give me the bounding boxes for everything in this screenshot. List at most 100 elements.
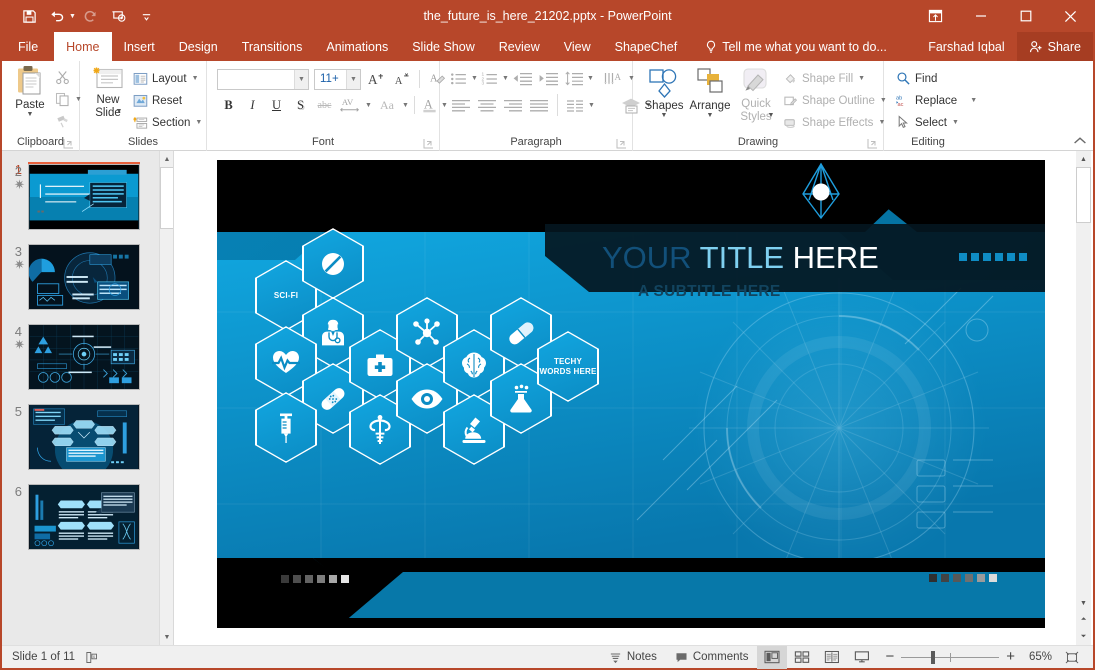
new-slide-button[interactable]: New Slide ▼ <box>85 65 131 115</box>
section-button[interactable]: Section ▼ <box>131 112 208 133</box>
next-slide-icon[interactable]: ⏷ <box>1076 629 1091 645</box>
align-left-icon[interactable] <box>448 95 474 116</box>
thumbnail-image[interactable] <box>28 324 140 390</box>
zoom-level-label[interactable]: 65% <box>1022 651 1052 663</box>
italic-icon[interactable]: I <box>241 94 264 116</box>
section-dropdown-icon[interactable]: ▼ <box>194 119 203 126</box>
ribbon-display-options-icon[interactable] <box>913 0 958 32</box>
thumbnail-slide-2[interactable]: 2 <box>2 159 173 239</box>
thumbnail-slide-6[interactable]: 6 <box>2 479 173 559</box>
thumbnail-pane-scrollbar[interactable]: ▲ ▼ <box>159 151 173 645</box>
bullets-dropdown-icon[interactable]: ▼ <box>470 75 479 82</box>
replace-dropdown-icon[interactable]: ▼ <box>969 97 978 104</box>
tab-animations[interactable]: Animations <box>314 32 400 61</box>
underline-icon[interactable]: U <box>265 94 288 116</box>
paste-button[interactable]: Paste ▼ <box>7 65 53 118</box>
scroll-up-icon[interactable]: ▲ <box>1076 151 1091 167</box>
slide-thumbnail-pane[interactable]: 1 <box>2 151 174 645</box>
columns-icon[interactable] <box>563 95 587 116</box>
slide-vertical-scrollbar[interactable]: ▲ ▼ ⏶ ⏷ <box>1076 151 1091 645</box>
clipboard-dialog-launcher-icon[interactable] <box>63 138 74 149</box>
vertical-scrollbar-thumb[interactable] <box>1076 167 1091 223</box>
thumbnail-image[interactable] <box>28 484 140 550</box>
zoom-in-button[interactable]: + <box>1006 651 1015 663</box>
font-name-input[interactable]: ▼ <box>217 69 309 90</box>
shape-fill-button[interactable]: Shape Fill ▼ <box>781 68 893 89</box>
accessibility-check-icon[interactable]: x <box>85 651 98 664</box>
font-name-dropdown-icon[interactable]: ▼ <box>294 70 308 89</box>
quick-styles-button[interactable]: Quick Styles ▼ <box>733 65 779 119</box>
comments-button[interactable]: Comments <box>666 646 758 669</box>
tab-insert[interactable]: Insert <box>112 32 167 61</box>
tab-design[interactable]: Design <box>167 32 230 61</box>
line-spacing-icon[interactable] <box>562 68 586 89</box>
slide-sorter-icon[interactable] <box>787 646 817 669</box>
paragraph-dialog-launcher-icon[interactable] <box>616 138 627 149</box>
thumbnail-slide-4[interactable]: 4 <box>2 319 173 399</box>
scroll-down-icon[interactable]: ▼ <box>1076 595 1091 611</box>
shapes-dropdown-icon[interactable]: ▼ <box>661 113 668 119</box>
thumbnail-scroll-up-icon[interactable]: ▲ <box>160 151 174 167</box>
undo-dropdown-icon[interactable]: ▼ <box>69 13 76 20</box>
collapse-ribbon-icon[interactable] <box>1073 136 1087 149</box>
undo-icon[interactable] <box>44 4 70 28</box>
strikethrough-icon[interactable]: abc <box>313 94 336 116</box>
select-button[interactable]: Select ▼ <box>894 112 983 133</box>
minimize-icon[interactable] <box>958 0 1003 32</box>
numbering-icon[interactable]: 123 <box>479 68 501 89</box>
font-size-dropdown-icon[interactable]: ▼ <box>346 70 360 89</box>
paste-dropdown-icon[interactable]: ▼ <box>27 112 34 118</box>
zoom-slider-knob[interactable] <box>931 651 935 664</box>
align-right-icon[interactable] <box>500 95 526 116</box>
normal-view-icon[interactable] <box>757 646 787 669</box>
font-color-icon[interactable]: A <box>419 94 439 116</box>
grow-font-icon[interactable]: A <box>364 68 387 90</box>
current-slide[interactable]: YOUR TITLE HERE A SUBTITLE HERE SCI-FI <box>217 160 1045 628</box>
thumbnail-image[interactable] <box>28 164 140 230</box>
reset-button[interactable]: Reset <box>131 90 208 111</box>
redo-icon[interactable] <box>78 4 104 28</box>
bold-icon[interactable]: B <box>217 94 240 116</box>
thumbnail-image[interactable] <box>28 404 140 470</box>
fit-slide-to-window-icon[interactable] <box>1059 651 1085 664</box>
shape-effects-button[interactable]: Shape Effects ▼ <box>781 112 893 133</box>
font-dialog-launcher-icon[interactable] <box>423 138 434 149</box>
justify-icon[interactable] <box>526 95 552 116</box>
thumbnail-slide-5[interactable]: 5 <box>2 399 173 479</box>
select-dropdown-icon[interactable]: ▼ <box>951 119 960 126</box>
tab-shapechef[interactable]: ShapeChef <box>603 32 690 61</box>
previous-slide-icon[interactable]: ⏶ <box>1076 612 1091 628</box>
zoom-slider[interactable] <box>901 646 999 669</box>
layout-button[interactable]: Layout ▼ <box>131 68 208 89</box>
save-icon[interactable] <box>16 4 42 28</box>
tab-review[interactable]: Review <box>487 32 552 61</box>
restore-icon[interactable] <box>1003 0 1048 32</box>
tab-view[interactable]: View <box>552 32 603 61</box>
thumbnail-image[interactable] <box>28 244 140 310</box>
thumbnail-slide-3[interactable]: 3 <box>2 239 173 319</box>
quick-styles-dropdown-icon[interactable]: ▼ <box>768 113 775 119</box>
tab-home[interactable]: Home <box>54 32 111 61</box>
layout-dropdown-icon[interactable]: ▼ <box>191 75 200 82</box>
share-button[interactable]: Share <box>1017 32 1093 61</box>
thumbnail-scrollbar-thumb[interactable] <box>160 167 174 229</box>
character-spacing-icon[interactable]: AV <box>337 94 363 116</box>
slideshow-icon[interactable] <box>106 4 132 28</box>
change-case-dropdown-icon[interactable]: ▼ <box>401 102 410 109</box>
arrange-dropdown-icon[interactable]: ▼ <box>707 113 714 119</box>
close-icon[interactable] <box>1048 0 1093 32</box>
shape-outline-button[interactable]: Shape Outline ▼ <box>781 90 893 111</box>
zoom-out-button[interactable]: − <box>885 651 894 663</box>
tell-me-search[interactable]: Tell me what you want to do... <box>695 32 897 61</box>
tab-slide-show[interactable]: Slide Show <box>400 32 487 61</box>
find-button[interactable]: Find <box>894 68 983 89</box>
character-spacing-dropdown-icon[interactable]: ▼ <box>364 102 373 109</box>
slide-editing-area[interactable]: YOUR TITLE HERE A SUBTITLE HERE SCI-FI <box>174 151 1093 645</box>
arrange-button[interactable]: Arrange ▼ <box>687 65 733 119</box>
customize-quick-access-toolbar-icon[interactable] <box>134 4 160 28</box>
shrink-font-icon[interactable]: A <box>390 68 413 90</box>
account-name[interactable]: Farshad Iqbal <box>916 32 1016 61</box>
change-case-icon[interactable]: Aa <box>374 94 400 116</box>
columns-dropdown-icon[interactable]: ▼ <box>587 102 596 109</box>
align-center-icon[interactable] <box>474 95 500 116</box>
